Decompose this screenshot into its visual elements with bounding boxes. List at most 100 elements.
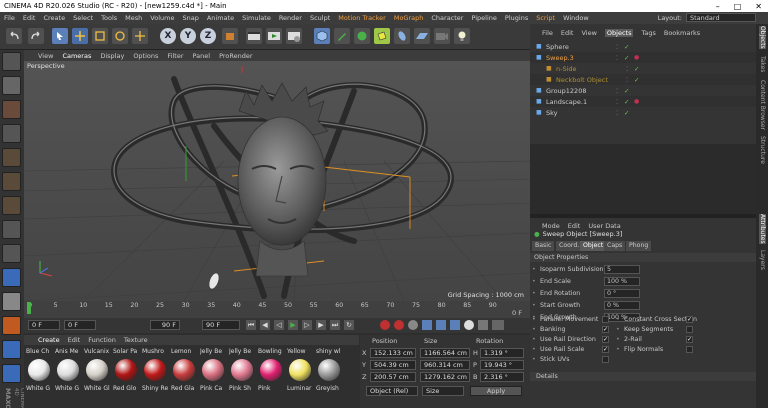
- details-section[interactable]: Details: [530, 372, 756, 381]
- attr-checkbox[interactable]: [602, 355, 609, 363]
- locked-workplane-icon[interactable]: [2, 364, 21, 383]
- next-frame-icon[interactable]: ▷: [302, 320, 312, 330]
- objects-menu-file[interactable]: File: [542, 29, 553, 37]
- menu-item-pipeline[interactable]: Pipeline: [471, 14, 496, 22]
- material-swatch[interactable]: Yellow Luminar: [287, 335, 315, 395]
- enabled-check-icon[interactable]: ✓: [634, 76, 644, 84]
- rotation-h-field[interactable]: 1.319 °: [480, 348, 524, 358]
- next-key-icon[interactable]: ▶: [316, 320, 326, 330]
- attr-checkbox[interactable]: [686, 345, 693, 353]
- position-key-icon[interactable]: [422, 320, 432, 330]
- tag-icon[interactable]: ●: [634, 98, 639, 105]
- enabled-check-icon[interactable]: ✓: [624, 87, 634, 95]
- rotation-p-field[interactable]: 19.943 °: [480, 360, 524, 370]
- material-swatch[interactable]: shiny wl Greyish: [316, 335, 344, 395]
- attr-checkbox[interactable]: ✓: [602, 335, 609, 343]
- tag-icon[interactable]: ●: [634, 54, 639, 61]
- viewport-menu-panel[interactable]: Panel: [193, 52, 211, 60]
- render-settings-icon[interactable]: [286, 28, 302, 44]
- menu-item-mesh[interactable]: Mesh: [125, 14, 142, 22]
- make-editable-icon[interactable]: [2, 52, 21, 71]
- material-swatch[interactable]: Anis Me White G: [55, 335, 83, 395]
- object-name[interactable]: Landscape.1: [546, 98, 616, 106]
- tab-structure[interactable]: Structure: [759, 136, 766, 164]
- objects-menu-bookmarks[interactable]: Bookmarks: [664, 29, 700, 37]
- visibility-dots[interactable]: ⁚: [616, 54, 624, 62]
- y-axis-lock[interactable]: Y: [180, 28, 196, 44]
- material-swatch[interactable]: Lemon Red Gla: [171, 335, 199, 395]
- material-swatch[interactable]: Blue Ch White G: [26, 335, 54, 395]
- parameter-key-icon[interactable]: [464, 320, 474, 330]
- snap-icon[interactable]: [2, 292, 21, 311]
- menu-item-edit[interactable]: Edit: [23, 14, 36, 22]
- max-frame-field[interactable]: 90 F: [150, 320, 180, 330]
- menu-item-volume[interactable]: Volume: [150, 14, 174, 22]
- camera-icon[interactable]: [434, 28, 450, 44]
- visibility-dots[interactable]: ⁚: [626, 76, 634, 84]
- object-row[interactable]: ■ n-Side ⁚ ✓: [530, 63, 756, 74]
- enabled-check-icon[interactable]: ✓: [624, 43, 634, 51]
- visibility-dots[interactable]: ⁚: [616, 98, 624, 106]
- timeline[interactable]: 051015202530354045505560657075808590 0 F: [24, 301, 530, 318]
- position-z-field[interactable]: 200.57 cm: [370, 372, 416, 382]
- material-swatch[interactable]: Mushro Shiny Re: [142, 335, 170, 395]
- points-mode-icon[interactable]: [2, 148, 21, 167]
- menu-item-animate[interactable]: Animate: [207, 14, 234, 22]
- tab-takes[interactable]: Takes: [759, 56, 766, 72]
- enabled-check-icon[interactable]: ✓: [624, 109, 634, 117]
- menu-item-simulate[interactable]: Simulate: [242, 14, 271, 22]
- attr-field-value[interactable]: 5: [604, 264, 640, 274]
- object-row[interactable]: ■ Group12208 ⁚ ✓: [530, 85, 756, 96]
- attributes-menu-user-data[interactable]: User Data: [588, 222, 620, 230]
- object-row[interactable]: ■ Sphere ⁚ ✓: [530, 41, 756, 52]
- keyframe-selection-icon[interactable]: [408, 320, 418, 330]
- viewport-menu-prorender[interactable]: ProRender: [219, 52, 252, 60]
- goto-end-icon[interactable]: ⏭: [330, 320, 340, 330]
- object-row[interactable]: ■ Landscape.1 ⁚ ✓ ●: [530, 96, 756, 107]
- workplane-icon[interactable]: [2, 124, 21, 143]
- move-icon[interactable]: [72, 28, 88, 44]
- pen-icon[interactable]: [334, 28, 350, 44]
- size-y-field[interactable]: 960.314 cm: [420, 360, 470, 370]
- attr-field-value[interactable]: 0 %: [604, 300, 640, 310]
- attr-checkbox[interactable]: [686, 325, 693, 333]
- object-row[interactable]: ■ Sweep.3 ⁚ ✓ ●: [530, 52, 756, 63]
- attr-tab-caps[interactable]: Caps: [604, 241, 627, 251]
- enabled-check-icon[interactable]: ✓: [624, 54, 634, 62]
- objects-menu-edit[interactable]: Edit: [561, 29, 574, 37]
- object-row[interactable]: ■ Neckbolt Object ⁚ ✓: [530, 74, 756, 85]
- record-icon[interactable]: [380, 320, 390, 330]
- scale-icon[interactable]: [92, 28, 108, 44]
- object-name[interactable]: Group12208: [546, 87, 616, 95]
- viewport-menu-filter[interactable]: Filter: [167, 52, 183, 60]
- timeline-playhead[interactable]: [27, 302, 31, 314]
- objects-menu-tags[interactable]: Tags: [641, 29, 655, 37]
- attributes-menu-edit[interactable]: Edit: [568, 222, 581, 230]
- attr-field-value[interactable]: 100 %: [604, 276, 640, 286]
- menu-item-tools[interactable]: Tools: [101, 14, 117, 22]
- array-icon[interactable]: [394, 28, 410, 44]
- size-mode-dropdown[interactable]: Size: [422, 386, 464, 396]
- size-z-field[interactable]: 1279.162 cm: [420, 372, 470, 382]
- rotation-b-field[interactable]: 2.316 °: [480, 372, 524, 382]
- attr-field-value[interactable]: 0 °: [604, 288, 640, 298]
- viewport-menu-view[interactable]: View: [38, 52, 53, 60]
- prev-frame-icon[interactable]: ◁: [274, 320, 284, 330]
- tab-content-browser[interactable]: Content Browser: [759, 80, 766, 130]
- prev-key-icon[interactable]: ◀: [260, 320, 270, 330]
- menu-item-select[interactable]: Select: [73, 14, 93, 22]
- floor-icon[interactable]: [414, 28, 430, 44]
- object-name[interactable]: Sweep.3: [546, 54, 616, 62]
- material-swatch[interactable]: Jelly Be Pink Sh: [229, 335, 257, 395]
- attr-tab-phong[interactable]: Phong: [626, 241, 653, 251]
- attr-checkbox[interactable]: [602, 315, 609, 323]
- rotation-key-icon[interactable]: [450, 320, 460, 330]
- rotate-icon[interactable]: [112, 28, 128, 44]
- redo-icon[interactable]: [28, 28, 44, 44]
- close-button[interactable]: ✕: [755, 2, 762, 11]
- object-name[interactable]: Sky: [546, 109, 616, 117]
- menu-item-character[interactable]: Character: [431, 14, 463, 22]
- layout-dropdown[interactable]: Standard: [686, 13, 756, 22]
- scale-key-icon[interactable]: [436, 320, 446, 330]
- goto-start-icon[interactable]: ⏮: [246, 320, 256, 330]
